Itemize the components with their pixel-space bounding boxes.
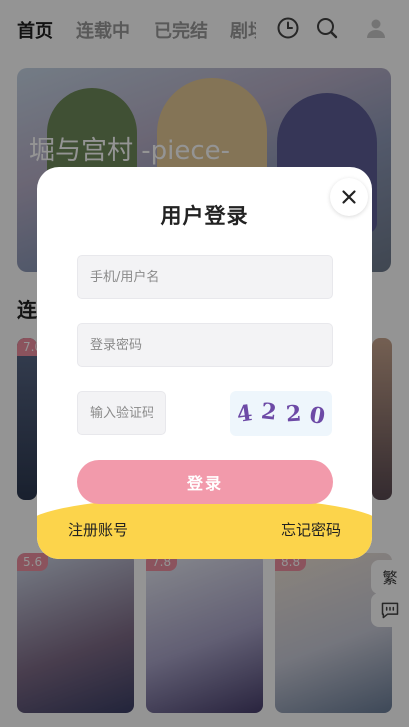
username-input[interactable]	[77, 255, 333, 299]
captcha-digit: 4	[235, 399, 254, 428]
captcha-input[interactable]	[77, 391, 166, 435]
forgot-password-link[interactable]: 忘记密码	[281, 519, 341, 540]
register-link[interactable]: 注册账号	[68, 519, 128, 540]
captcha-digit: 0	[307, 401, 327, 430]
captcha-image[interactable]: 4 2 2 0	[230, 391, 332, 436]
login-button[interactable]: 登录	[77, 460, 333, 504]
captcha-digit: 2	[260, 397, 279, 426]
password-input[interactable]	[77, 323, 333, 367]
close-icon	[342, 190, 356, 204]
login-modal: 用户登录 4 2 2 0 登录 注册账号 忘记密码	[37, 167, 372, 559]
close-button[interactable]	[330, 178, 368, 216]
modal-title: 用户登录	[161, 200, 249, 230]
captcha-digit: 2	[284, 399, 302, 428]
